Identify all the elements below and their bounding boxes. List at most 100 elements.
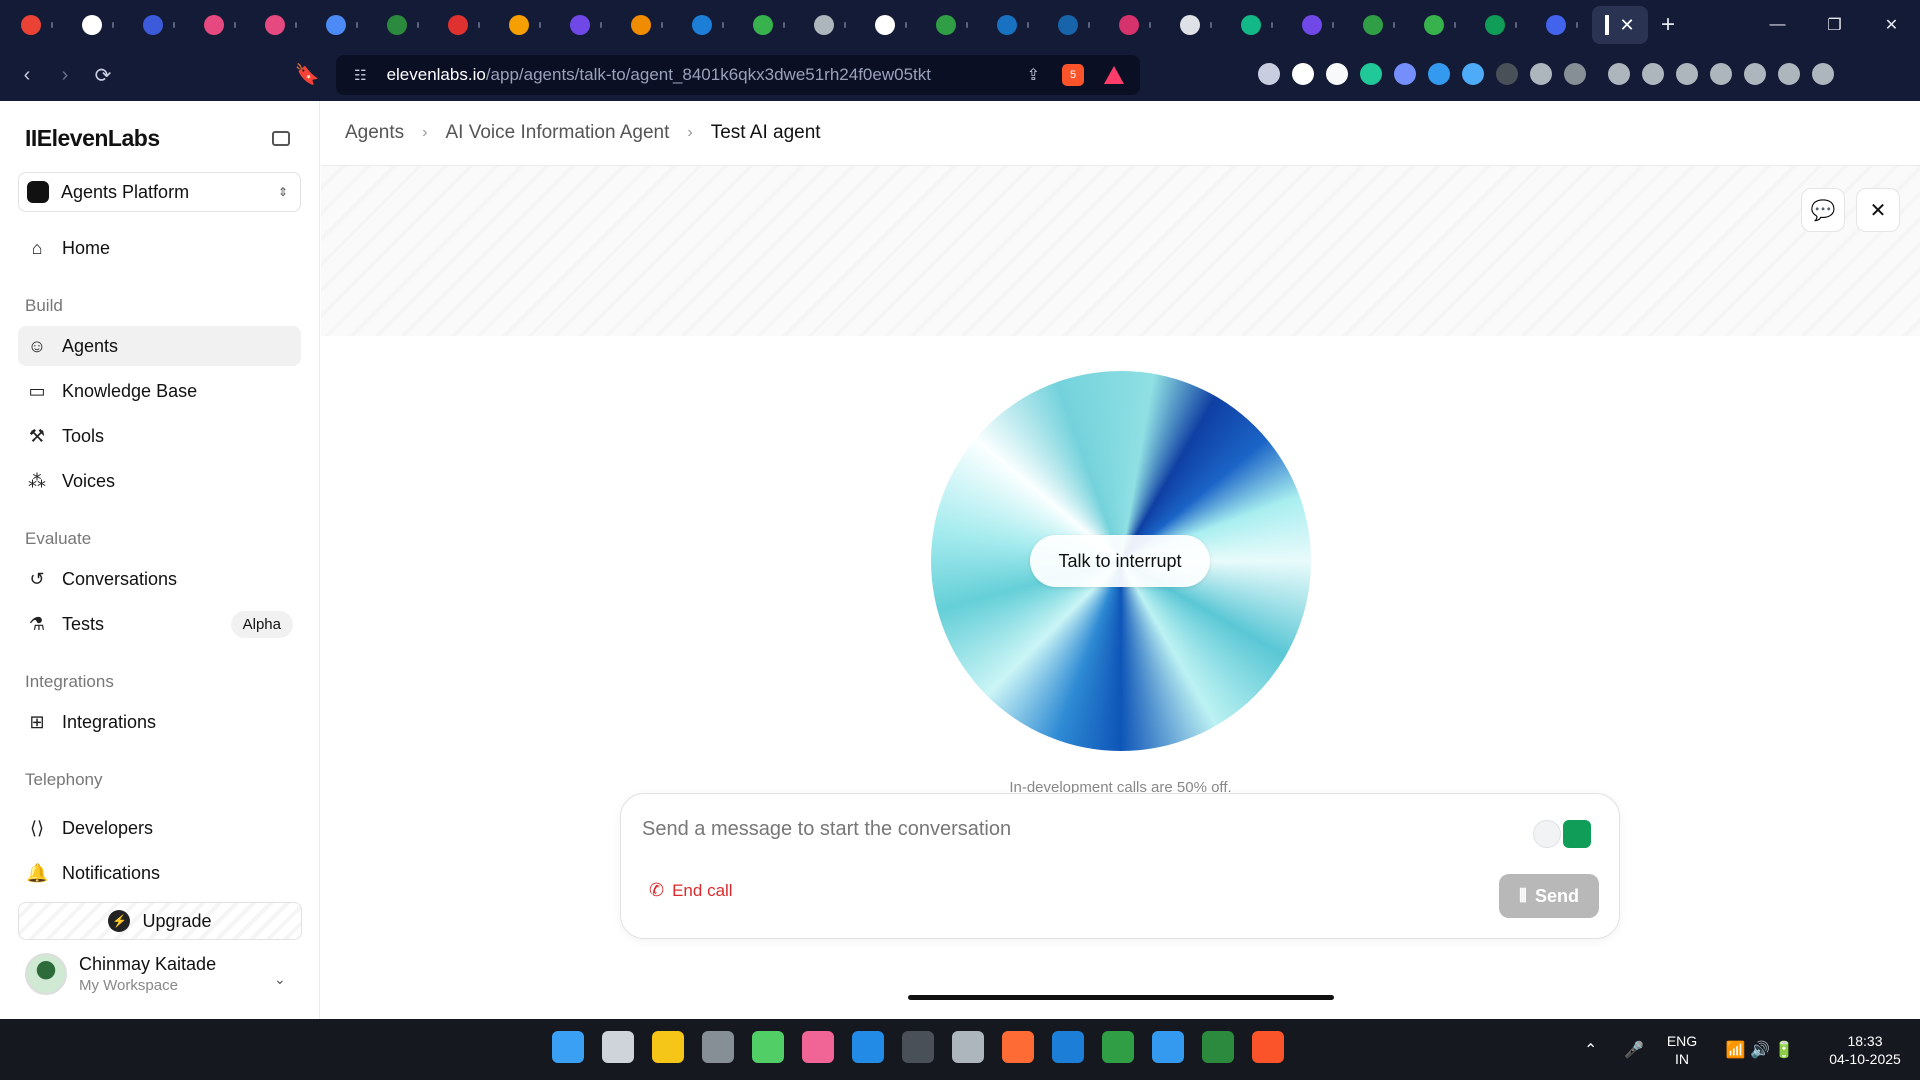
browser-tab[interactable] <box>1220 6 1281 44</box>
wifi-volume-battery-icon[interactable]: 📶 🔊 🔋 <box>1710 1040 1810 1060</box>
language-indicator[interactable]: ENG IN <box>1654 1032 1710 1068</box>
file-explorer-icon[interactable] <box>652 1031 684 1063</box>
music-icon[interactable] <box>1642 63 1664 85</box>
collapse-sidebar-icon[interactable] <box>272 131 290 146</box>
browser-tab[interactable] <box>793 6 854 44</box>
browser-tab[interactable] <box>0 6 61 44</box>
user-menu[interactable]: Chinmay Kaitade My Workspace <box>25 953 216 995</box>
browser-tab[interactable] <box>305 6 366 44</box>
close-button[interactable]: ✕ <box>1856 188 1900 232</box>
sidebar-item-home[interactable]: ⌂ Home <box>18 228 301 268</box>
browser-tab[interactable] <box>366 6 427 44</box>
back-icon[interactable]: ‹ <box>8 64 46 87</box>
sidebar-item-tests[interactable]: ⚗ Tests Alpha <box>18 604 301 644</box>
browser-tab[interactable] <box>549 6 610 44</box>
extension-icon[interactable] <box>1360 63 1382 85</box>
browser-tab[interactable] <box>1037 6 1098 44</box>
browser-tab[interactable] <box>976 6 1037 44</box>
bookmark-icon[interactable]: 🔖 <box>288 62 326 87</box>
brave-icon[interactable] <box>1252 1031 1284 1063</box>
platform-selector[interactable]: Agents Platform ⇕ <box>18 172 301 212</box>
formula-icon[interactable] <box>1292 63 1314 85</box>
extension-icon[interactable] <box>1394 63 1416 85</box>
vpn-icon[interactable] <box>1778 63 1800 85</box>
browser-tab[interactable] <box>732 6 793 44</box>
chevron-up-icon[interactable]: ⌃ <box>1584 1040 1614 1060</box>
browser-tab[interactable] <box>1281 6 1342 44</box>
download-icon[interactable] <box>1608 63 1630 85</box>
share-icon[interactable]: ⇪ <box>1027 65 1040 85</box>
browser-tab[interactable] <box>61 6 122 44</box>
screenshot-icon[interactable] <box>1564 63 1586 85</box>
wallet-icon[interactable] <box>1710 63 1732 85</box>
eyedropper-icon[interactable] <box>1258 63 1280 85</box>
breadcrumb-agent[interactable]: AI Voice Information Agent <box>445 122 669 144</box>
forward-icon[interactable]: › <box>46 64 84 87</box>
browser-tab[interactable] <box>671 6 732 44</box>
extension-icon[interactable] <box>1496 63 1518 85</box>
chat-toggle-button[interactable]: 💬 <box>1801 188 1845 232</box>
app-icon[interactable] <box>702 1031 734 1063</box>
minimize-icon[interactable]: — <box>1749 16 1806 34</box>
new-tab-button[interactable]: + <box>1648 11 1688 39</box>
browser-tab[interactable] <box>1098 6 1159 44</box>
puzzle-icon[interactable] <box>1530 63 1552 85</box>
browser-tab[interactable] <box>122 6 183 44</box>
terminal-icon[interactable] <box>902 1031 934 1063</box>
menu-icon[interactable] <box>1812 63 1834 85</box>
close-tab-icon[interactable]: ✕ <box>1619 15 1634 36</box>
sidebar-toggle-icon[interactable] <box>1676 63 1698 85</box>
restore-icon[interactable]: ❐ <box>1806 15 1863 35</box>
browser-tab[interactable] <box>1342 6 1403 44</box>
end-call-button[interactable]: ✆ End call <box>649 880 733 901</box>
browser-tab[interactable] <box>854 6 915 44</box>
mongodb-icon[interactable] <box>1202 1031 1234 1063</box>
browser-tab[interactable] <box>915 6 976 44</box>
browser-tab[interactable] <box>488 6 549 44</box>
sidebar-item-knowledge-base[interactable]: ▭ Knowledge Base <box>18 371 301 411</box>
app-icon[interactable] <box>1102 1031 1134 1063</box>
browser-tab[interactable] <box>1525 6 1586 44</box>
brave-rewards-icon[interactable] <box>1104 66 1124 84</box>
clock[interactable]: 18:33 04-10-2025 <box>1810 1032 1920 1068</box>
address-bar[interactable]: ☷ elevenlabs.io/app/agents/talk-to/agent… <box>336 55 1140 95</box>
sidebar-item-integrations[interactable]: ⊞ Integrations <box>18 702 301 742</box>
sidebar-item-notifications[interactable]: 🔔 Notifications <box>18 853 301 893</box>
upgrade-button[interactable]: ⚡ Upgrade <box>18 902 302 940</box>
chatgpt-icon[interactable] <box>952 1031 984 1063</box>
browser-tab[interactable] <box>610 6 671 44</box>
task-view-icon[interactable] <box>602 1031 634 1063</box>
brave-shield-icon[interactable]: 5 <box>1062 64 1084 86</box>
browser-tab[interactable] <box>427 6 488 44</box>
reload-icon[interactable]: ⟳ <box>84 63 122 88</box>
close-window-icon[interactable]: ✕ <box>1863 15 1920 35</box>
vscode-icon[interactable] <box>852 1031 884 1063</box>
leo-ai-icon[interactable] <box>1744 63 1766 85</box>
sidebar-item-conversations[interactable]: ↺ Conversations <box>18 559 301 599</box>
extension-icon[interactable] <box>1326 63 1348 85</box>
browser-tab[interactable] <box>1159 6 1220 44</box>
sidebar-item-voices[interactable]: ⁂ Voices <box>18 461 301 501</box>
talk-to-interrupt-button[interactable]: Talk to interrupt <box>1030 535 1210 587</box>
site-info-icon[interactable]: ☷ <box>354 67 367 84</box>
app-icon[interactable] <box>752 1031 784 1063</box>
database-icon[interactable] <box>1052 1031 1084 1063</box>
browser-tab[interactable] <box>183 6 244 44</box>
tab-active[interactable]: ✕ <box>1592 6 1648 44</box>
breadcrumb-agents[interactable]: Agents <box>345 122 404 144</box>
docker-icon[interactable] <box>1152 1031 1184 1063</box>
chevron-down-icon[interactable]: ⌄ <box>274 971 286 988</box>
message-input[interactable]: Send a message to start the conversation <box>642 818 1011 841</box>
microphone-icon[interactable]: 🎤 <box>1614 1040 1654 1060</box>
sidebar-item-agents[interactable]: ☺ Agents <box>18 326 301 366</box>
postman-icon[interactable] <box>1002 1031 1034 1063</box>
browser-tab[interactable] <box>244 6 305 44</box>
feather-icon[interactable] <box>1533 820 1561 848</box>
bot-icon[interactable] <box>1563 820 1591 848</box>
send-button[interactable]: ⦀ Send <box>1499 874 1599 918</box>
windows-start-icon[interactable] <box>552 1031 584 1063</box>
figma-icon[interactable] <box>802 1031 834 1063</box>
browser-tab[interactable] <box>1464 6 1525 44</box>
sidebar-item-developers[interactable]: ⟨⟩ Developers <box>18 808 301 848</box>
extension-icon[interactable] <box>1428 63 1450 85</box>
